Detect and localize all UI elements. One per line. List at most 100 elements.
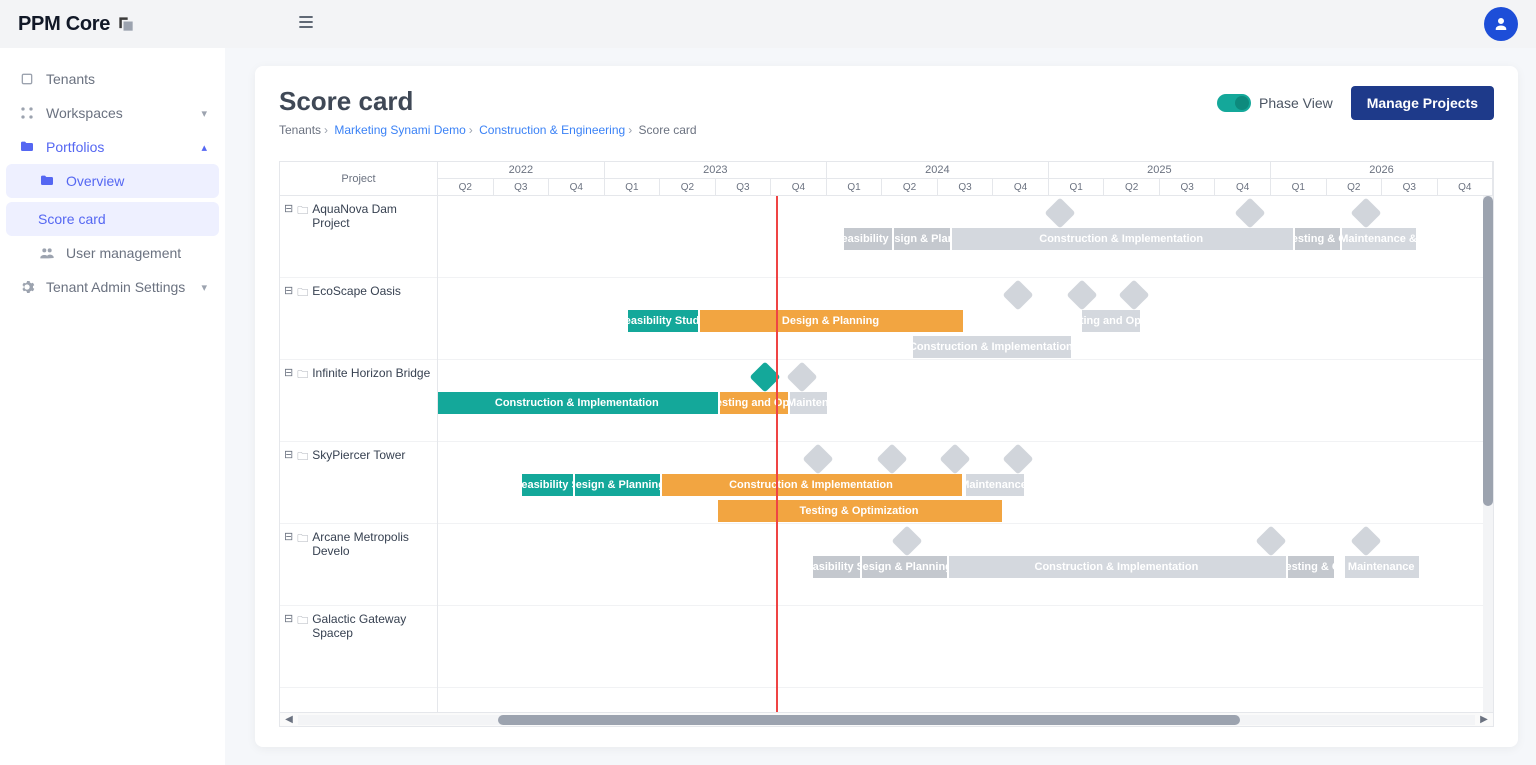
sidebar-item-tenants[interactable]: Tenants (6, 62, 219, 96)
horizontal-scrollbar[interactable]: ◀ ▶ (280, 712, 1493, 726)
menu-toggle-icon[interactable] (296, 12, 316, 37)
gantt-lane: Feasibility SDesign & PlannConstruction … (438, 196, 1493, 278)
collapse-icon[interactable]: ⊟ (284, 366, 293, 379)
sidebar-item-overview[interactable]: Overview (6, 164, 219, 198)
folder-icon: 🗀 (297, 284, 308, 303)
gantt-project-row[interactable]: ⊟ 🗀 SkyPiercer Tower (280, 442, 437, 524)
phase-bar[interactable]: Feasibility S (844, 228, 891, 250)
phase-bar[interactable]: Testing and Optim (1082, 310, 1140, 332)
phase-bar[interactable]: Construction & Implementation (949, 556, 1287, 578)
gantt-quarter-cell: Q2 (1104, 179, 1160, 195)
phase-bar[interactable]: easibility S (813, 556, 860, 578)
collapse-icon[interactable]: ⊟ (284, 448, 293, 461)
project-name: Infinite Horizon Bridge (312, 366, 430, 380)
milestone-diamond[interactable] (876, 443, 907, 474)
milestone-diamond[interactable] (892, 525, 923, 556)
breadcrumb-item[interactable]: Construction & Engineering (479, 123, 625, 137)
gantt-project-row[interactable]: ⊟🗀Galactic Gateway Spacep (280, 606, 437, 688)
phase-view-label: Phase View (1259, 95, 1333, 111)
gantt-project-row[interactable]: ⊟🗀AquaNova Dam Project (280, 196, 437, 278)
gear-icon (18, 279, 36, 295)
folder-icon: 🗀 (297, 530, 308, 549)
collapse-icon[interactable]: ⊟ (284, 530, 293, 543)
sidebar-item-label: User management (66, 245, 181, 261)
milestone-diamond[interactable] (1003, 443, 1034, 474)
milestone-diamond[interactable] (786, 361, 817, 392)
gantt-project-row[interactable]: ⊟🗀EcoScape Oasis (280, 278, 437, 360)
milestone-diamond[interactable] (1066, 279, 1097, 310)
collapse-icon[interactable]: ⊟ (284, 284, 293, 297)
phase-bar[interactable]: Construction & Implementation (438, 392, 718, 414)
sidebar-item-admin-settings[interactable]: Tenant Admin Settings ▾ (6, 270, 219, 304)
breadcrumb: Tenants› Marketing Synami Demo› Construc… (279, 123, 697, 137)
collapse-icon[interactable]: ⊟ (284, 612, 293, 625)
gantt-project-row[interactable]: ⊟🗀Infinite Horizon Bridge (280, 360, 437, 442)
phase-bar[interactable]: Maintenance (966, 474, 1024, 496)
phase-bar[interactable]: Maintenance (1345, 556, 1419, 578)
sidebar-item-scorecard[interactable]: Score card (6, 202, 219, 236)
gantt-chart: Project 20222023202420252026 Q2Q3Q4Q1Q2Q… (279, 161, 1494, 727)
gantt-quarter-cell: Q3 (938, 179, 994, 195)
milestone-diamond[interactable] (939, 443, 970, 474)
milestone-diamond[interactable] (1235, 197, 1266, 228)
gantt-lane: easibility SDesign & PlanningConstructio… (438, 524, 1493, 606)
scroll-left-icon[interactable]: ◀ (280, 714, 298, 725)
gantt-quarter-cell: Q4 (1215, 179, 1271, 195)
phase-bar[interactable]: Design & Plann (894, 228, 950, 250)
brand: PPM Core (18, 13, 136, 36)
phase-bar[interactable]: Design & Planning (862, 556, 946, 578)
milestone-diamond[interactable] (802, 443, 833, 474)
phase-bar[interactable]: Construction & Implementation (662, 474, 963, 496)
today-marker (776, 196, 778, 712)
phase-view-toggle[interactable] (1217, 94, 1251, 112)
phase-bar[interactable]: Testing & O (1288, 556, 1333, 578)
chevron-up-icon: ▴ (201, 141, 207, 154)
milestone-diamond[interactable] (1351, 525, 1382, 556)
phase-bar[interactable]: Testing & O (1295, 228, 1340, 250)
phase-bar[interactable]: Construction & Implementation (952, 228, 1293, 250)
gantt-quarter-cell: Q1 (827, 179, 883, 195)
phase-bar[interactable]: Design & Planning (700, 310, 964, 332)
scroll-right-icon[interactable]: ▶ (1475, 714, 1493, 725)
sidebar-item-workspaces[interactable]: Workspaces ▾ (6, 96, 219, 130)
main: Score card Tenants› Marketing Synami Dem… (225, 48, 1536, 765)
sidebar-item-portfolios[interactable]: Portfolios ▴ (6, 130, 219, 164)
gantt-quarter-cell: Q4 (1438, 179, 1494, 195)
sidebar-item-label: Tenants (46, 71, 95, 87)
gantt-project-row[interactable]: ⊟🗀Arcane Metropolis Develo (280, 524, 437, 606)
milestone-diamond[interactable] (1045, 197, 1076, 228)
vertical-scrollbar[interactable] (1483, 196, 1493, 712)
phase-bar[interactable]: Feasibility Study (628, 310, 698, 332)
phase-bar[interactable]: Design & Planning (575, 474, 659, 496)
phase-bar[interactable]: Testing and Opti (720, 392, 789, 414)
sidebar-item-user-management[interactable]: User management (6, 236, 219, 270)
user-avatar[interactable] (1484, 7, 1518, 41)
milestone-diamond[interactable] (1003, 279, 1034, 310)
gantt-year-cell: 2024 (827, 162, 1049, 178)
users-icon (38, 245, 56, 261)
milestone-diamond[interactable] (1256, 525, 1287, 556)
phase-bar[interactable]: Construction & Implementation (913, 336, 1071, 358)
topbar: PPM Core (0, 0, 1536, 48)
gantt-lane: Feasibility SDesign & PlanningConstructi… (438, 442, 1493, 524)
gantt-timeline[interactable]: Feasibility SDesign & PlannConstruction … (438, 196, 1493, 712)
phase-bar[interactable]: Testing & Optimization (718, 500, 1003, 522)
folder-icon: 🗀 (297, 612, 308, 631)
milestone-diamond[interactable] (1119, 279, 1150, 310)
gantt-quarter-cell: Q3 (494, 179, 550, 195)
phase-bar[interactable]: Mainten (790, 392, 827, 414)
page-title: Score card (279, 86, 697, 117)
gantt-year-cell: 2025 (1049, 162, 1271, 178)
project-name: SkyPiercer Tower (312, 448, 405, 462)
phase-bar[interactable]: Maintenance & (1342, 228, 1416, 250)
gantt-year-cell: 2026 (1271, 162, 1493, 178)
collapse-icon[interactable]: ⊟ (284, 202, 293, 215)
folder-icon: 🗀 (297, 448, 308, 467)
manage-projects-button[interactable]: Manage Projects (1351, 86, 1494, 120)
phase-bar[interactable]: Feasibility S (522, 474, 573, 496)
gantt-quarter-cell: Q3 (716, 179, 772, 195)
sidebar-item-label: Tenant Admin Settings (46, 279, 185, 295)
gantt-lane: Feasibility StudyDesign & Planning Testin… (438, 278, 1493, 360)
milestone-diamond[interactable] (1351, 197, 1382, 228)
breadcrumb-item[interactable]: Marketing Synami Demo (334, 123, 465, 137)
